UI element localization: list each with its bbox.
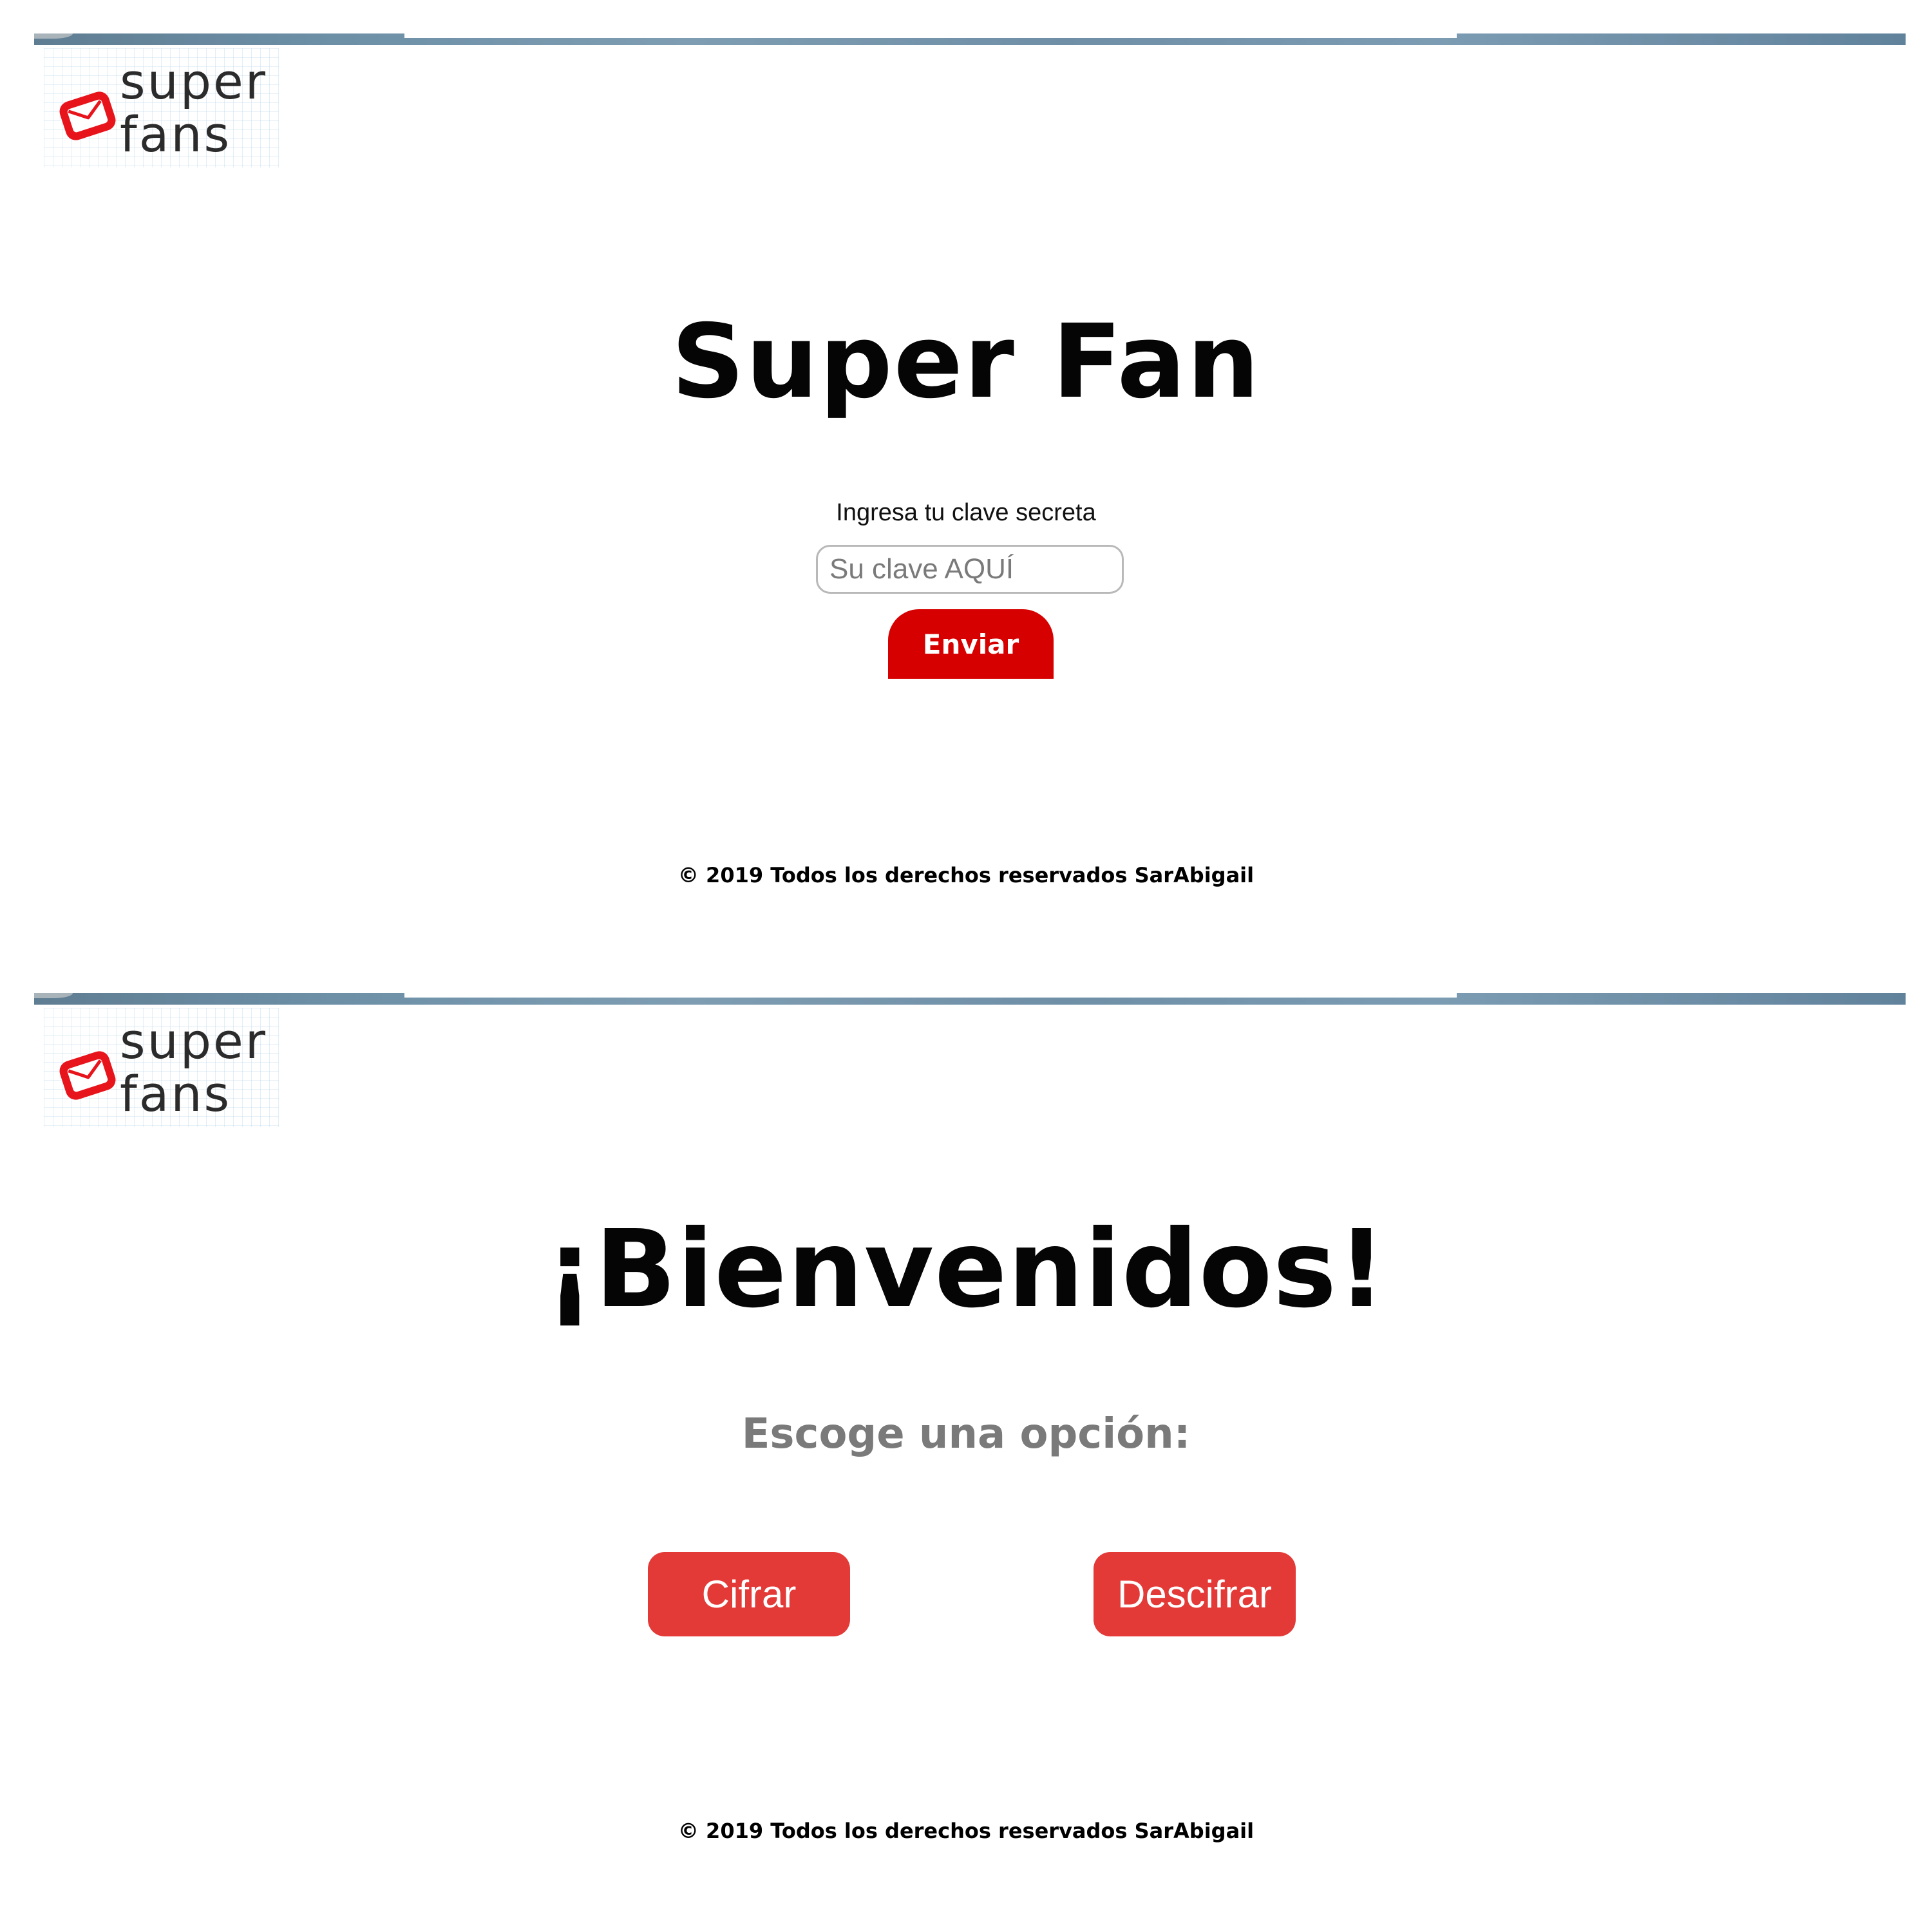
submit-button[interactable]: Enviar: [888, 609, 1054, 679]
header-bar-inset: [404, 33, 1457, 38]
logo[interactable]: super fans: [44, 1008, 279, 1127]
page-title: ¡Bienvenidos!: [545, 1208, 1387, 1332]
logo-text-line1: super: [120, 53, 268, 110]
cipher-button[interactable]: Cifrar: [648, 1552, 850, 1636]
header-bar-shadow: [34, 993, 73, 998]
envelope-icon: [59, 1051, 116, 1100]
header-bar-inset: [404, 993, 1457, 998]
logo[interactable]: super fans: [44, 48, 279, 167]
header-bar: [34, 993, 1906, 1005]
header-bar: [34, 33, 1906, 45]
header-bar-shadow: [34, 33, 73, 39]
logo-text-line2: fans: [120, 1065, 232, 1122]
footer-copyright: © 2019 Todos los derechos reservados Sar…: [677, 1819, 1255, 1843]
login-screen: super fans Super Fan Ingresa tu clave se…: [0, 0, 1932, 966]
envelope-icon: [59, 91, 116, 140]
secret-key-input[interactable]: [816, 545, 1124, 594]
page-title: Super Fan: [671, 303, 1261, 421]
choose-option-prompt: Escoge una opción:: [741, 1410, 1191, 1458]
secret-key-label: Ingresa tu clave secreta: [836, 499, 1096, 526]
footer-copyright: © 2019 Todos los derechos reservados Sar…: [677, 863, 1255, 887]
decipher-button[interactable]: Descifrar: [1094, 1552, 1296, 1636]
logo-text-line2: fans: [120, 106, 232, 163]
welcome-screen: super fans ¡Bienvenidos! Escoge una opci…: [0, 960, 1932, 1926]
logo-text-line1: super: [120, 1012, 268, 1070]
